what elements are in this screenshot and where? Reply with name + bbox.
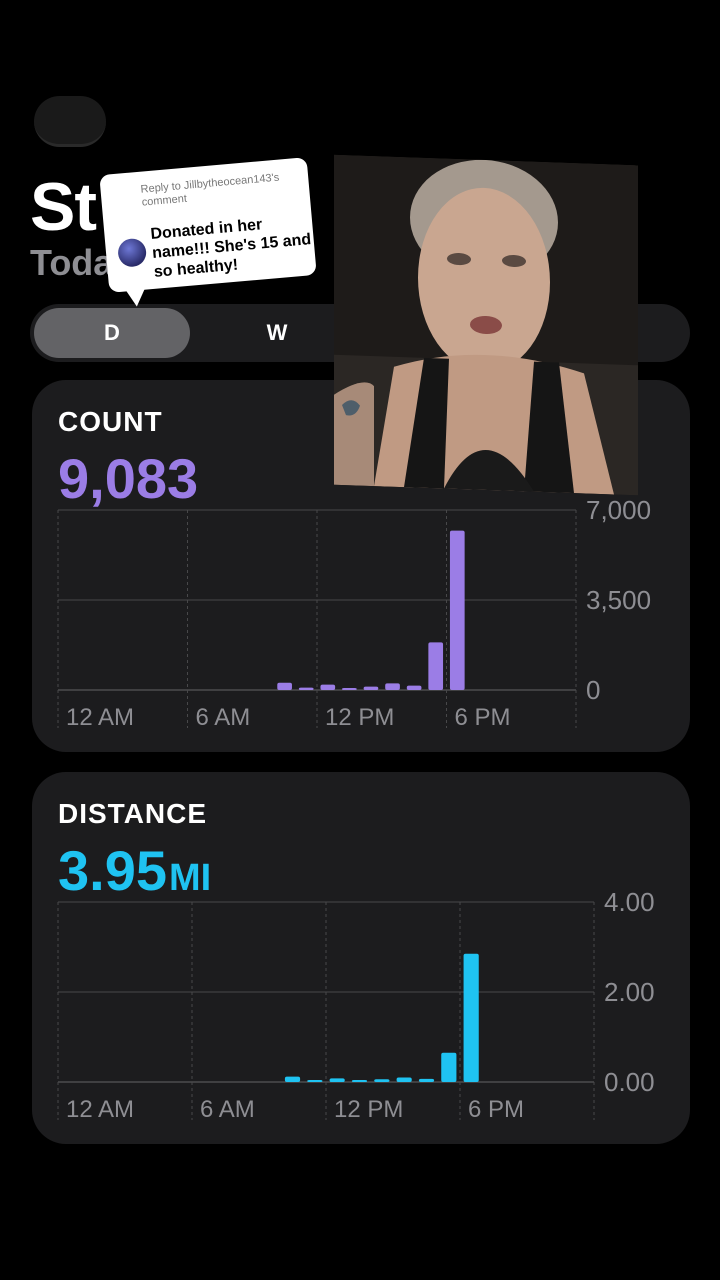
x-tick-label: 12 PM — [334, 1096, 403, 1123]
y-tick-label: 4.00 — [604, 887, 655, 917]
bar — [463, 953, 479, 1082]
x-tick-label: 12 AM — [66, 704, 134, 731]
y-tick-label: 0.00 — [604, 1067, 655, 1097]
bar — [441, 1052, 457, 1082]
bar — [298, 687, 314, 690]
reply-to-label: Reply to Jillbytheocean143's comment — [140, 171, 280, 209]
page-subtitle: Toda — [30, 242, 114, 283]
x-tick-label: 12 PM — [325, 704, 394, 731]
comment-text: Donated in her name!!! She's 15 and so h… — [149, 216, 312, 281]
distance-card[interactable]: DISTANCE 3.95MI 12 AM 6 AM 12 PM 6 PM 4.00 2.… — [32, 772, 690, 1144]
bar — [329, 1078, 345, 1082]
x-tick-label: 6 PM — [468, 1096, 524, 1123]
x-tick-label: 12 AM — [66, 1096, 134, 1123]
page-title: St — [30, 169, 97, 245]
bar — [342, 688, 357, 690]
bar — [284, 1076, 301, 1082]
x-tick-label: 6 AM — [196, 704, 251, 731]
segment-week[interactable]: W — [199, 308, 355, 358]
distance-chart: 12 AM 6 AM 12 PM 6 PM 4.00 2.00 0.00 — [57, 887, 655, 1123]
bar — [449, 530, 465, 690]
bar — [418, 1078, 435, 1082]
y-tick-label: 2.00 — [604, 977, 655, 1007]
creator-video-overlay — [334, 154, 638, 496]
bar — [307, 1080, 323, 1082]
profile-avatar[interactable] — [34, 96, 106, 147]
y-tick-label: 0 — [586, 675, 600, 705]
x-tick-label: 6 AM — [200, 1096, 255, 1123]
commenter-avatar — [116, 237, 148, 268]
bar — [385, 683, 400, 690]
segment-day[interactable]: D — [34, 308, 190, 358]
bar — [374, 1079, 390, 1082]
bar — [320, 684, 336, 690]
bar — [396, 1077, 412, 1082]
bar — [428, 642, 444, 690]
y-tick-label: 3,500 — [586, 585, 651, 615]
y-tick-label: 7,000 — [586, 495, 651, 525]
x-tick-label: 6 PM — [455, 704, 511, 731]
bar — [363, 686, 379, 690]
bar — [406, 685, 422, 690]
bar — [351, 1080, 368, 1082]
comment-reply-bubble[interactable]: Reply to Jillbytheocean143's comment Don… — [99, 157, 317, 293]
bar — [277, 682, 292, 690]
